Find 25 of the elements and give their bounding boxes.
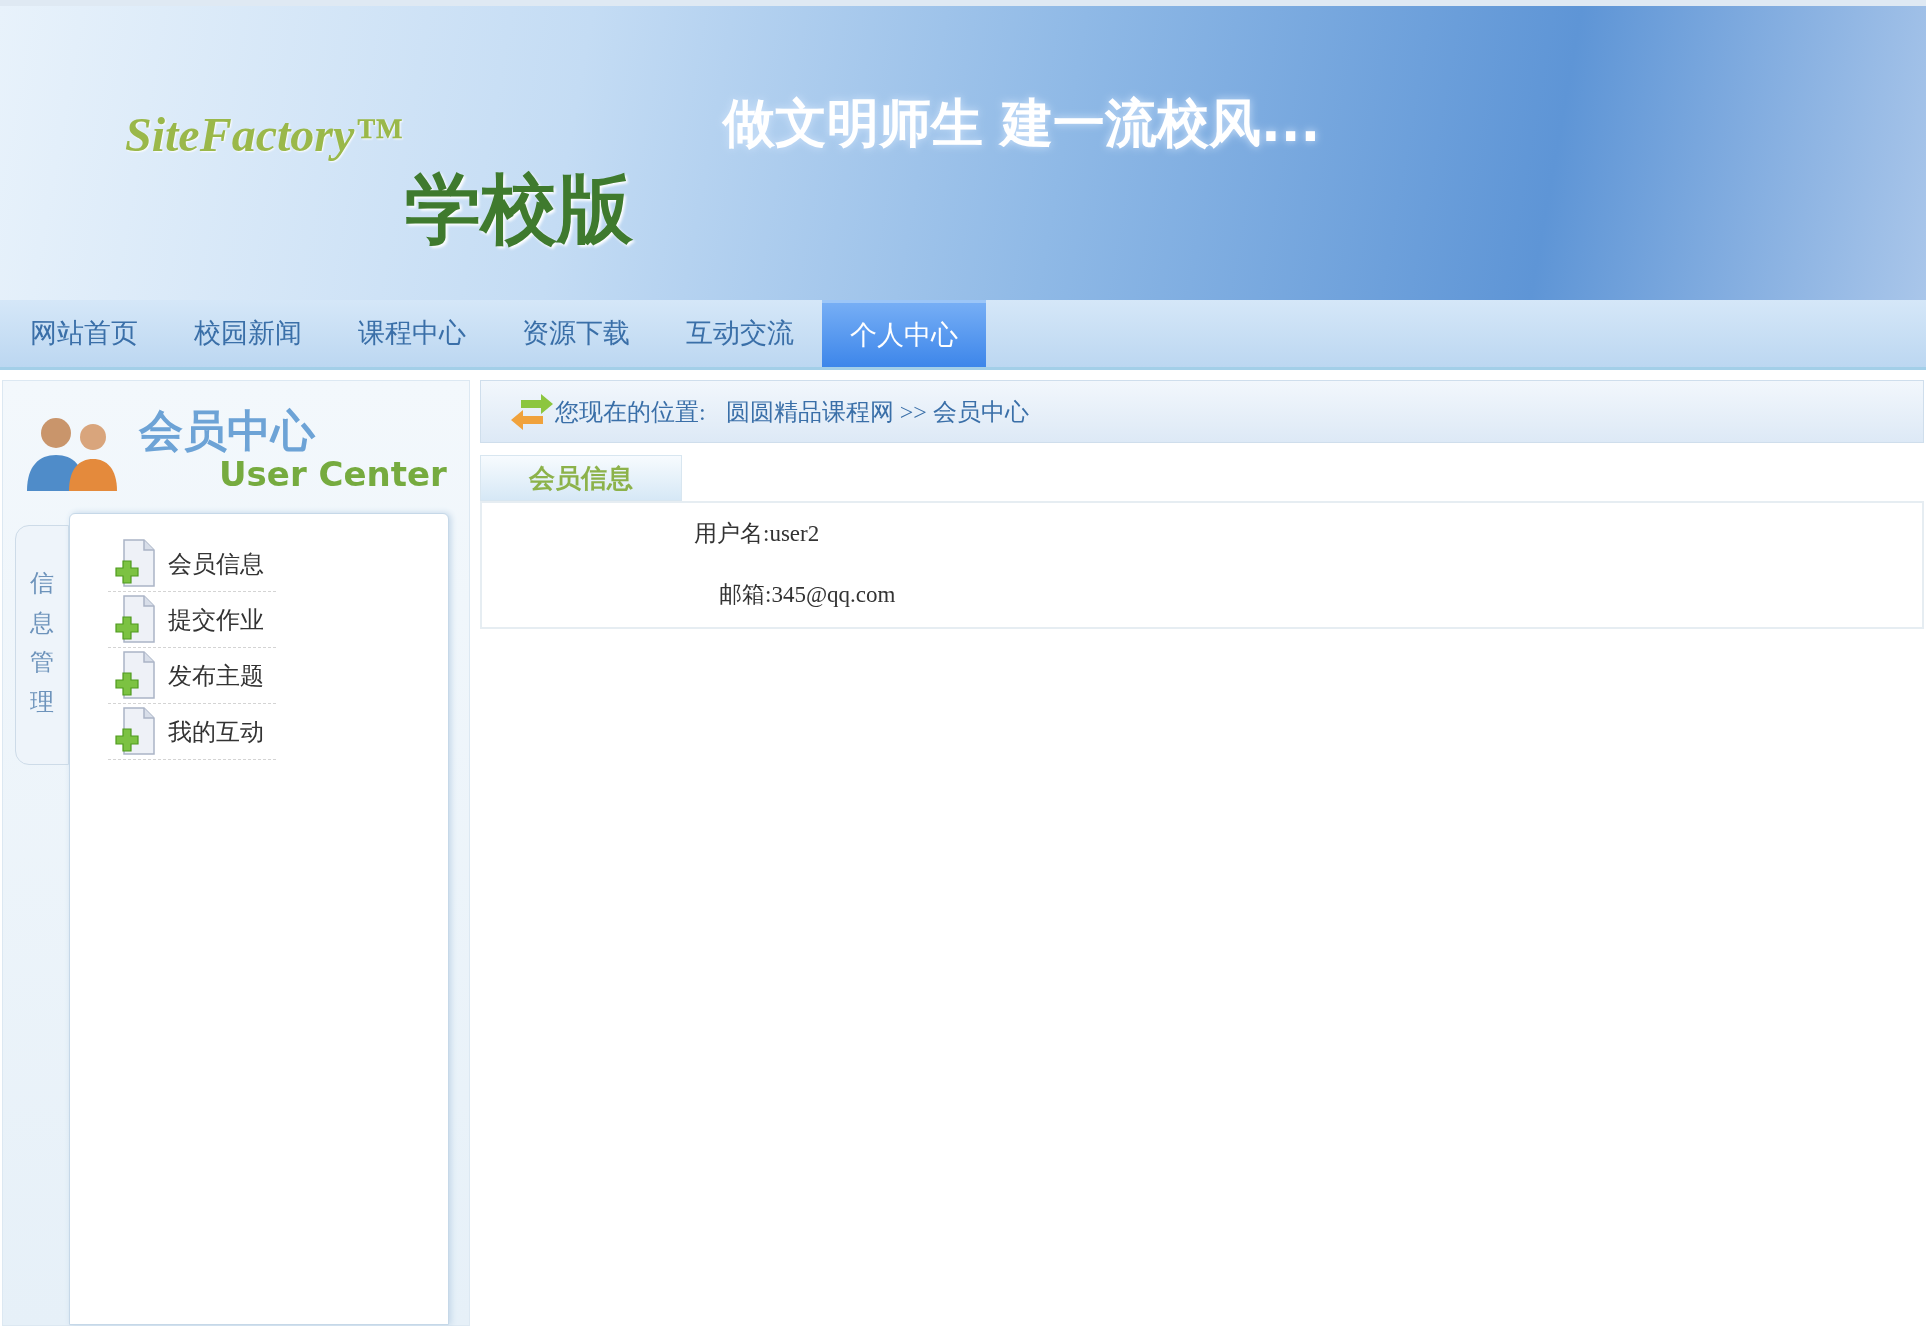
- member-center-title: 会员中心: [139, 408, 317, 453]
- tab-label: 信息管理: [30, 569, 54, 717]
- swap-arrows-icon: [509, 391, 555, 432]
- info-field: 邮箱:345@qq.com: [482, 577, 1922, 612]
- vertical-tab[interactable]: 信息管理: [15, 525, 69, 765]
- menu-item[interactable]: 发布主题: [108, 648, 276, 704]
- edition-text: 学校版: [405, 171, 633, 247]
- info-field: 用户名:user2: [482, 517, 1922, 552]
- breadcrumb-link[interactable]: 会员中心: [932, 393, 1029, 430]
- slogan-text: 做文明师生 建一流校风...: [723, 92, 1321, 155]
- user-center-subtitle: User Center: [219, 453, 447, 496]
- section-tab[interactable]: 会员信息: [480, 455, 682, 501]
- nav-tab[interactable]: 互动交流: [658, 300, 822, 367]
- nav-tab[interactable]: 网站首页: [2, 300, 166, 367]
- breadcrumb-link[interactable]: 圆圆精品课程网: [725, 393, 894, 430]
- menu-item[interactable]: 我的互动: [108, 704, 276, 760]
- logo-text: SiteFactory™: [125, 107, 404, 163]
- nav-tab[interactable]: 校园新闻: [166, 300, 330, 367]
- nav-tab[interactable]: 资源下载: [494, 300, 658, 367]
- nav-tab[interactable]: 课程中心: [330, 300, 494, 367]
- nav-tab[interactable]: 个人中心: [822, 300, 986, 367]
- menu-item[interactable]: 会员信息: [108, 536, 276, 592]
- menu-item[interactable]: 提交作业: [108, 592, 276, 648]
- location-label: 您现在的位置:: [555, 397, 706, 427]
- breadcrumb-link[interactable]: >>: [899, 393, 927, 430]
